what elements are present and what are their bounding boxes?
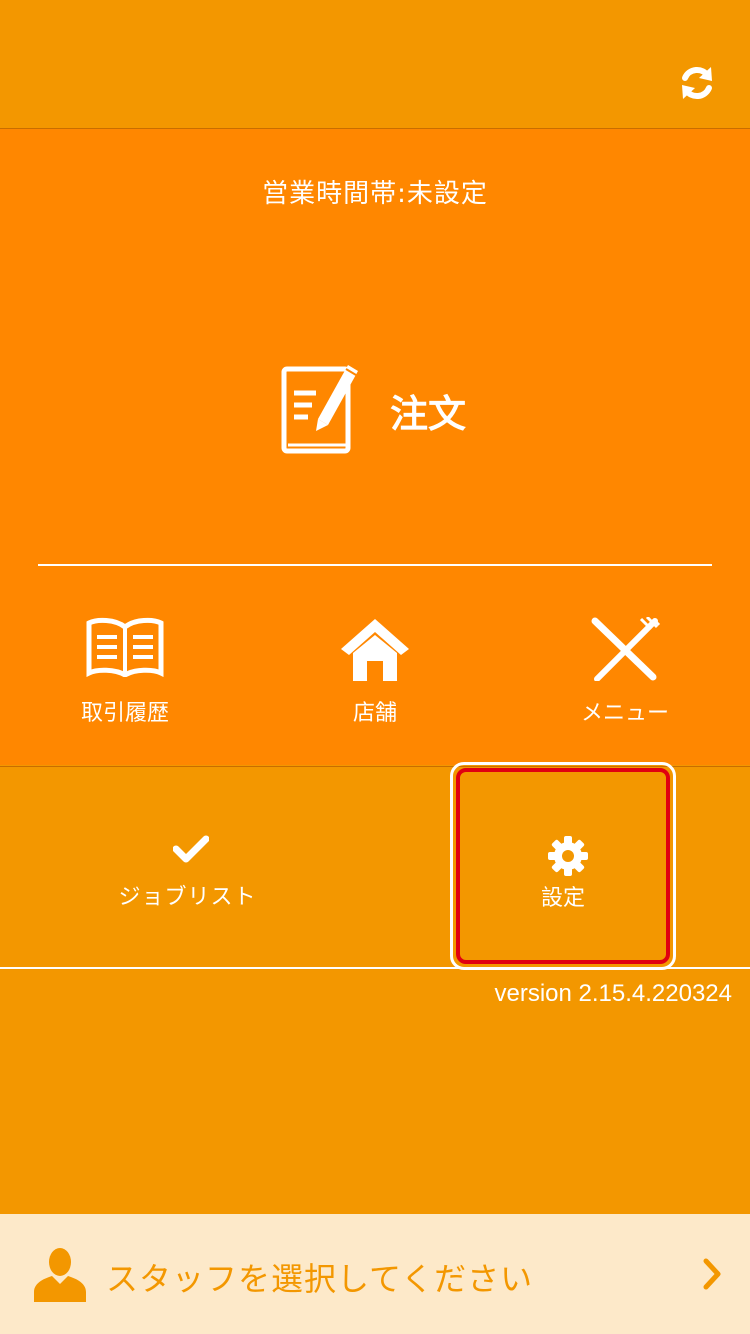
staff-select-bar[interactable]: スタッフを選択してください [0, 1214, 750, 1334]
order-pad-icon [281, 365, 358, 454]
check-icon [173, 835, 209, 863]
home-icon [341, 619, 409, 681]
settings-highlight: 設定 [450, 762, 676, 970]
divider [38, 564, 712, 566]
refresh-icon[interactable] [678, 64, 716, 102]
order-button[interactable]: 注文 [278, 355, 498, 455]
person-icon [34, 1248, 86, 1302]
business-hours-label: 営業時間帯:未設定 [262, 179, 488, 209]
menu-label: メニュー [580, 701, 669, 726]
job-list-label: ジョブリスト [118, 885, 257, 910]
top-bar [0, 0, 750, 129]
main-panel: 営業時間帯:未設定 注文 取引履歴 店舗 メニュー [0, 129, 750, 765]
gear-icon [548, 836, 588, 876]
settings-button[interactable]: 設定 [456, 768, 670, 964]
transaction-history-label: 取引履歴 [80, 701, 169, 726]
staff-select-prompt: スタッフを選択してください [106, 1260, 534, 1298]
store-label: 店舗 [352, 701, 397, 726]
lower-panel: ジョブリスト 設定 [0, 762, 750, 970]
version-text: version 2.15.4.220324 [494, 980, 732, 1007]
job-list-button[interactable]: ジョブリスト [0, 767, 375, 967]
utensils-icon [591, 617, 661, 681]
order-label: 注文 [390, 392, 467, 436]
transaction-history-button[interactable]: 取引履歴 [0, 617, 250, 727]
chevron-right-icon [703, 1258, 721, 1290]
settings-label: 設定 [540, 886, 585, 911]
book-icon [86, 617, 164, 677]
menu-button[interactable]: メニュー [500, 617, 750, 727]
store-button[interactable]: 店舗 [250, 617, 500, 727]
